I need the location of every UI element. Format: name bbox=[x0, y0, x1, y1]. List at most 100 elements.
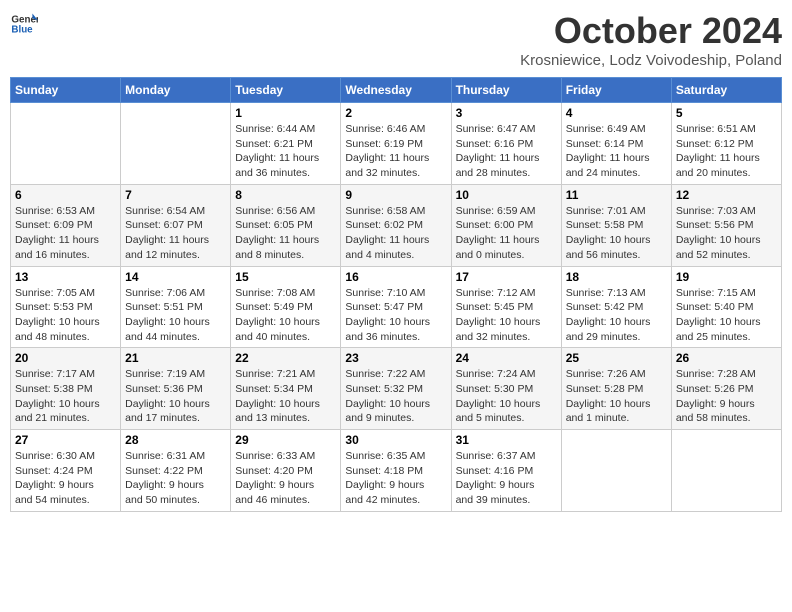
day-info: Sunrise: 7:13 AM Sunset: 5:42 PM Dayligh… bbox=[566, 286, 667, 345]
page-header: General Blue October 2024 Krosniewice, L… bbox=[10, 10, 782, 69]
day-info: Sunrise: 7:17 AM Sunset: 5:38 PM Dayligh… bbox=[15, 367, 116, 426]
calendar-cell: 1Sunrise: 6:44 AM Sunset: 6:21 PM Daylig… bbox=[231, 103, 341, 185]
calendar-cell: 19Sunrise: 7:15 AM Sunset: 5:40 PM Dayli… bbox=[671, 266, 781, 348]
day-number: 11 bbox=[566, 188, 667, 202]
day-number: 6 bbox=[15, 188, 116, 202]
day-info: Sunrise: 6:51 AM Sunset: 6:12 PM Dayligh… bbox=[676, 122, 777, 181]
day-info: Sunrise: 6:47 AM Sunset: 6:16 PM Dayligh… bbox=[456, 122, 557, 181]
calendar-cell: 11 Sunrise: 7:01 AM Sunset: 5:58 PM Dayli… bbox=[561, 184, 671, 266]
day-info: Sunrise: 6:58 AM Sunset: 6:02 PM Dayligh… bbox=[345, 204, 446, 263]
day-number: 2 bbox=[345, 106, 446, 120]
calendar-cell: 21 Sunrise: 7:19 AM Sunset: 5:36 PM Dayli… bbox=[121, 348, 231, 430]
calendar-body: 1Sunrise: 6:44 AM Sunset: 6:21 PM Daylig… bbox=[11, 103, 782, 512]
calendar-week-row: 6 Sunrise: 6:53 AM Sunset: 6:09 PM Daylig… bbox=[11, 184, 782, 266]
calendar-week-row: 13 Sunrise: 7:05 AM Sunset: 5:53 PM Dayli… bbox=[11, 266, 782, 348]
day-info: Sunrise: 6:53 AM Sunset: 6:09 PM Dayligh… bbox=[15, 204, 116, 263]
calendar-cell: 8 Sunrise: 6:56 AM Sunset: 6:05 PM Daylig… bbox=[231, 184, 341, 266]
calendar-week-row: 1Sunrise: 6:44 AM Sunset: 6:21 PM Daylig… bbox=[11, 103, 782, 185]
day-info: Sunrise: 7:01 AM Sunset: 5:58 PM Dayligh… bbox=[566, 204, 667, 263]
calendar-cell: 22Sunrise: 7:21 AM Sunset: 5:34 PM Dayli… bbox=[231, 348, 341, 430]
calendar-cell: 31Sunrise: 6:37 AM Sunset: 4:16 PM Dayli… bbox=[451, 430, 561, 512]
day-number: 21 bbox=[125, 351, 226, 365]
calendar-cell: 28 Sunrise: 6:31 AM Sunset: 4:22 PM Dayli… bbox=[121, 430, 231, 512]
calendar-cell: 5 Sunrise: 6:51 AM Sunset: 6:12 PM Daylig… bbox=[671, 103, 781, 185]
calendar-cell: 14Sunrise: 7:06 AM Sunset: 5:51 PM Dayli… bbox=[121, 266, 231, 348]
calendar-cell bbox=[11, 103, 121, 185]
calendar-cell: 30 Sunrise: 6:35 AM Sunset: 4:18 PM Dayli… bbox=[341, 430, 451, 512]
day-number: 28 bbox=[125, 433, 226, 447]
day-number: 26 bbox=[676, 351, 777, 365]
calendar-cell: 15 Sunrise: 7:08 AM Sunset: 5:49 PM Dayli… bbox=[231, 266, 341, 348]
day-number: 4 bbox=[566, 106, 667, 120]
calendar-cell: 3Sunrise: 6:47 AM Sunset: 6:16 PM Daylig… bbox=[451, 103, 561, 185]
day-number: 24 bbox=[456, 351, 557, 365]
calendar-cell: 24 Sunrise: 7:24 AM Sunset: 5:30 PM Dayli… bbox=[451, 348, 561, 430]
day-info: Sunrise: 6:35 AM Sunset: 4:18 PM Dayligh… bbox=[345, 449, 446, 508]
day-info: Sunrise: 7:22 AM Sunset: 5:32 PM Dayligh… bbox=[345, 367, 446, 426]
calendar-cell: 7 Sunrise: 6:54 AM Sunset: 6:07 PM Daylig… bbox=[121, 184, 231, 266]
day-info: Sunrise: 6:54 AM Sunset: 6:07 PM Dayligh… bbox=[125, 204, 226, 263]
day-number: 23 bbox=[345, 351, 446, 365]
calendar-cell: 17 Sunrise: 7:12 AM Sunset: 5:45 PM Dayli… bbox=[451, 266, 561, 348]
day-info: Sunrise: 6:56 AM Sunset: 6:05 PM Dayligh… bbox=[235, 204, 336, 263]
day-info: Sunrise: 7:15 AM Sunset: 5:40 PM Dayligh… bbox=[676, 286, 777, 345]
calendar-cell: 20 Sunrise: 7:17 AM Sunset: 5:38 PM Dayli… bbox=[11, 348, 121, 430]
weekday-header-cell: Friday bbox=[561, 78, 671, 103]
day-info: Sunrise: 7:21 AM Sunset: 5:34 PM Dayligh… bbox=[235, 367, 336, 426]
calendar-cell: 23 Sunrise: 7:22 AM Sunset: 5:32 PM Dayli… bbox=[341, 348, 451, 430]
day-info: Sunrise: 6:33 AM Sunset: 4:20 PM Dayligh… bbox=[235, 449, 336, 508]
weekday-header-cell: Wednesday bbox=[341, 78, 451, 103]
day-number: 17 bbox=[456, 270, 557, 284]
calendar-week-row: 20 Sunrise: 7:17 AM Sunset: 5:38 PM Dayli… bbox=[11, 348, 782, 430]
weekday-header-cell: Monday bbox=[121, 78, 231, 103]
day-number: 20 bbox=[15, 351, 116, 365]
day-number: 12 bbox=[676, 188, 777, 202]
day-info: Sunrise: 6:37 AM Sunset: 4:16 PM Dayligh… bbox=[456, 449, 557, 508]
day-info: Sunrise: 7:24 AM Sunset: 5:30 PM Dayligh… bbox=[456, 367, 557, 426]
svg-text:Blue: Blue bbox=[11, 24, 33, 35]
calendar-week-row: 27 Sunrise: 6:30 AM Sunset: 4:24 PM Dayli… bbox=[11, 430, 782, 512]
calendar-cell: 2Sunrise: 6:46 AM Sunset: 6:19 PM Daylig… bbox=[341, 103, 451, 185]
day-info: Sunrise: 6:44 AM Sunset: 6:21 PM Dayligh… bbox=[235, 122, 336, 181]
day-info: Sunrise: 7:12 AM Sunset: 5:45 PM Dayligh… bbox=[456, 286, 557, 345]
calendar-table: SundayMondayTuesdayWednesdayThursdayFrid… bbox=[10, 77, 782, 512]
calendar-cell: 26 Sunrise: 7:28 AM Sunset: 5:26 PM Dayli… bbox=[671, 348, 781, 430]
day-info: Sunrise: 6:49 AM Sunset: 6:14 PM Dayligh… bbox=[566, 122, 667, 181]
logo: General Blue bbox=[10, 10, 38, 38]
day-number: 15 bbox=[235, 270, 336, 284]
logo-icon: General Blue bbox=[10, 10, 38, 38]
day-number: 8 bbox=[235, 188, 336, 202]
calendar-cell: 13 Sunrise: 7:05 AM Sunset: 5:53 PM Dayli… bbox=[11, 266, 121, 348]
day-info: Sunrise: 7:05 AM Sunset: 5:53 PM Dayligh… bbox=[15, 286, 116, 345]
calendar-cell: 9 Sunrise: 6:58 AM Sunset: 6:02 PM Daylig… bbox=[341, 184, 451, 266]
day-number: 25 bbox=[566, 351, 667, 365]
day-number: 30 bbox=[345, 433, 446, 447]
calendar-cell bbox=[121, 103, 231, 185]
day-number: 18 bbox=[566, 270, 667, 284]
day-info: Sunrise: 6:30 AM Sunset: 4:24 PM Dayligh… bbox=[15, 449, 116, 508]
weekday-header-cell: Tuesday bbox=[231, 78, 341, 103]
calendar-cell: 16Sunrise: 7:10 AM Sunset: 5:47 PM Dayli… bbox=[341, 266, 451, 348]
calendar-cell: 27 Sunrise: 6:30 AM Sunset: 4:24 PM Dayli… bbox=[11, 430, 121, 512]
day-info: Sunrise: 7:08 AM Sunset: 5:49 PM Dayligh… bbox=[235, 286, 336, 345]
day-info: Sunrise: 7:26 AM Sunset: 5:28 PM Dayligh… bbox=[566, 367, 667, 426]
location-subtitle: Krosniewice, Lodz Voivodeship, Poland bbox=[520, 52, 782, 69]
day-number: 10 bbox=[456, 188, 557, 202]
day-number: 5 bbox=[676, 106, 777, 120]
day-info: Sunrise: 7:19 AM Sunset: 5:36 PM Dayligh… bbox=[125, 367, 226, 426]
calendar-cell: 18 Sunrise: 7:13 AM Sunset: 5:42 PM Dayli… bbox=[561, 266, 671, 348]
day-number: 13 bbox=[15, 270, 116, 284]
day-info: Sunrise: 6:59 AM Sunset: 6:00 PM Dayligh… bbox=[456, 204, 557, 263]
day-info: Sunrise: 6:31 AM Sunset: 4:22 PM Dayligh… bbox=[125, 449, 226, 508]
calendar-cell: 6 Sunrise: 6:53 AM Sunset: 6:09 PM Daylig… bbox=[11, 184, 121, 266]
day-number: 16 bbox=[345, 270, 446, 284]
calendar-cell: 25 Sunrise: 7:26 AM Sunset: 5:28 PM Dayli… bbox=[561, 348, 671, 430]
day-info: Sunrise: 7:28 AM Sunset: 5:26 PM Dayligh… bbox=[676, 367, 777, 426]
calendar-cell: 4 Sunrise: 6:49 AM Sunset: 6:14 PM Daylig… bbox=[561, 103, 671, 185]
day-number: 27 bbox=[15, 433, 116, 447]
weekday-header-cell: Sunday bbox=[11, 78, 121, 103]
calendar-cell: 10 Sunrise: 6:59 AM Sunset: 6:00 PM Dayli… bbox=[451, 184, 561, 266]
calendar-cell: 29Sunrise: 6:33 AM Sunset: 4:20 PM Dayli… bbox=[231, 430, 341, 512]
day-number: 9 bbox=[345, 188, 446, 202]
day-number: 7 bbox=[125, 188, 226, 202]
